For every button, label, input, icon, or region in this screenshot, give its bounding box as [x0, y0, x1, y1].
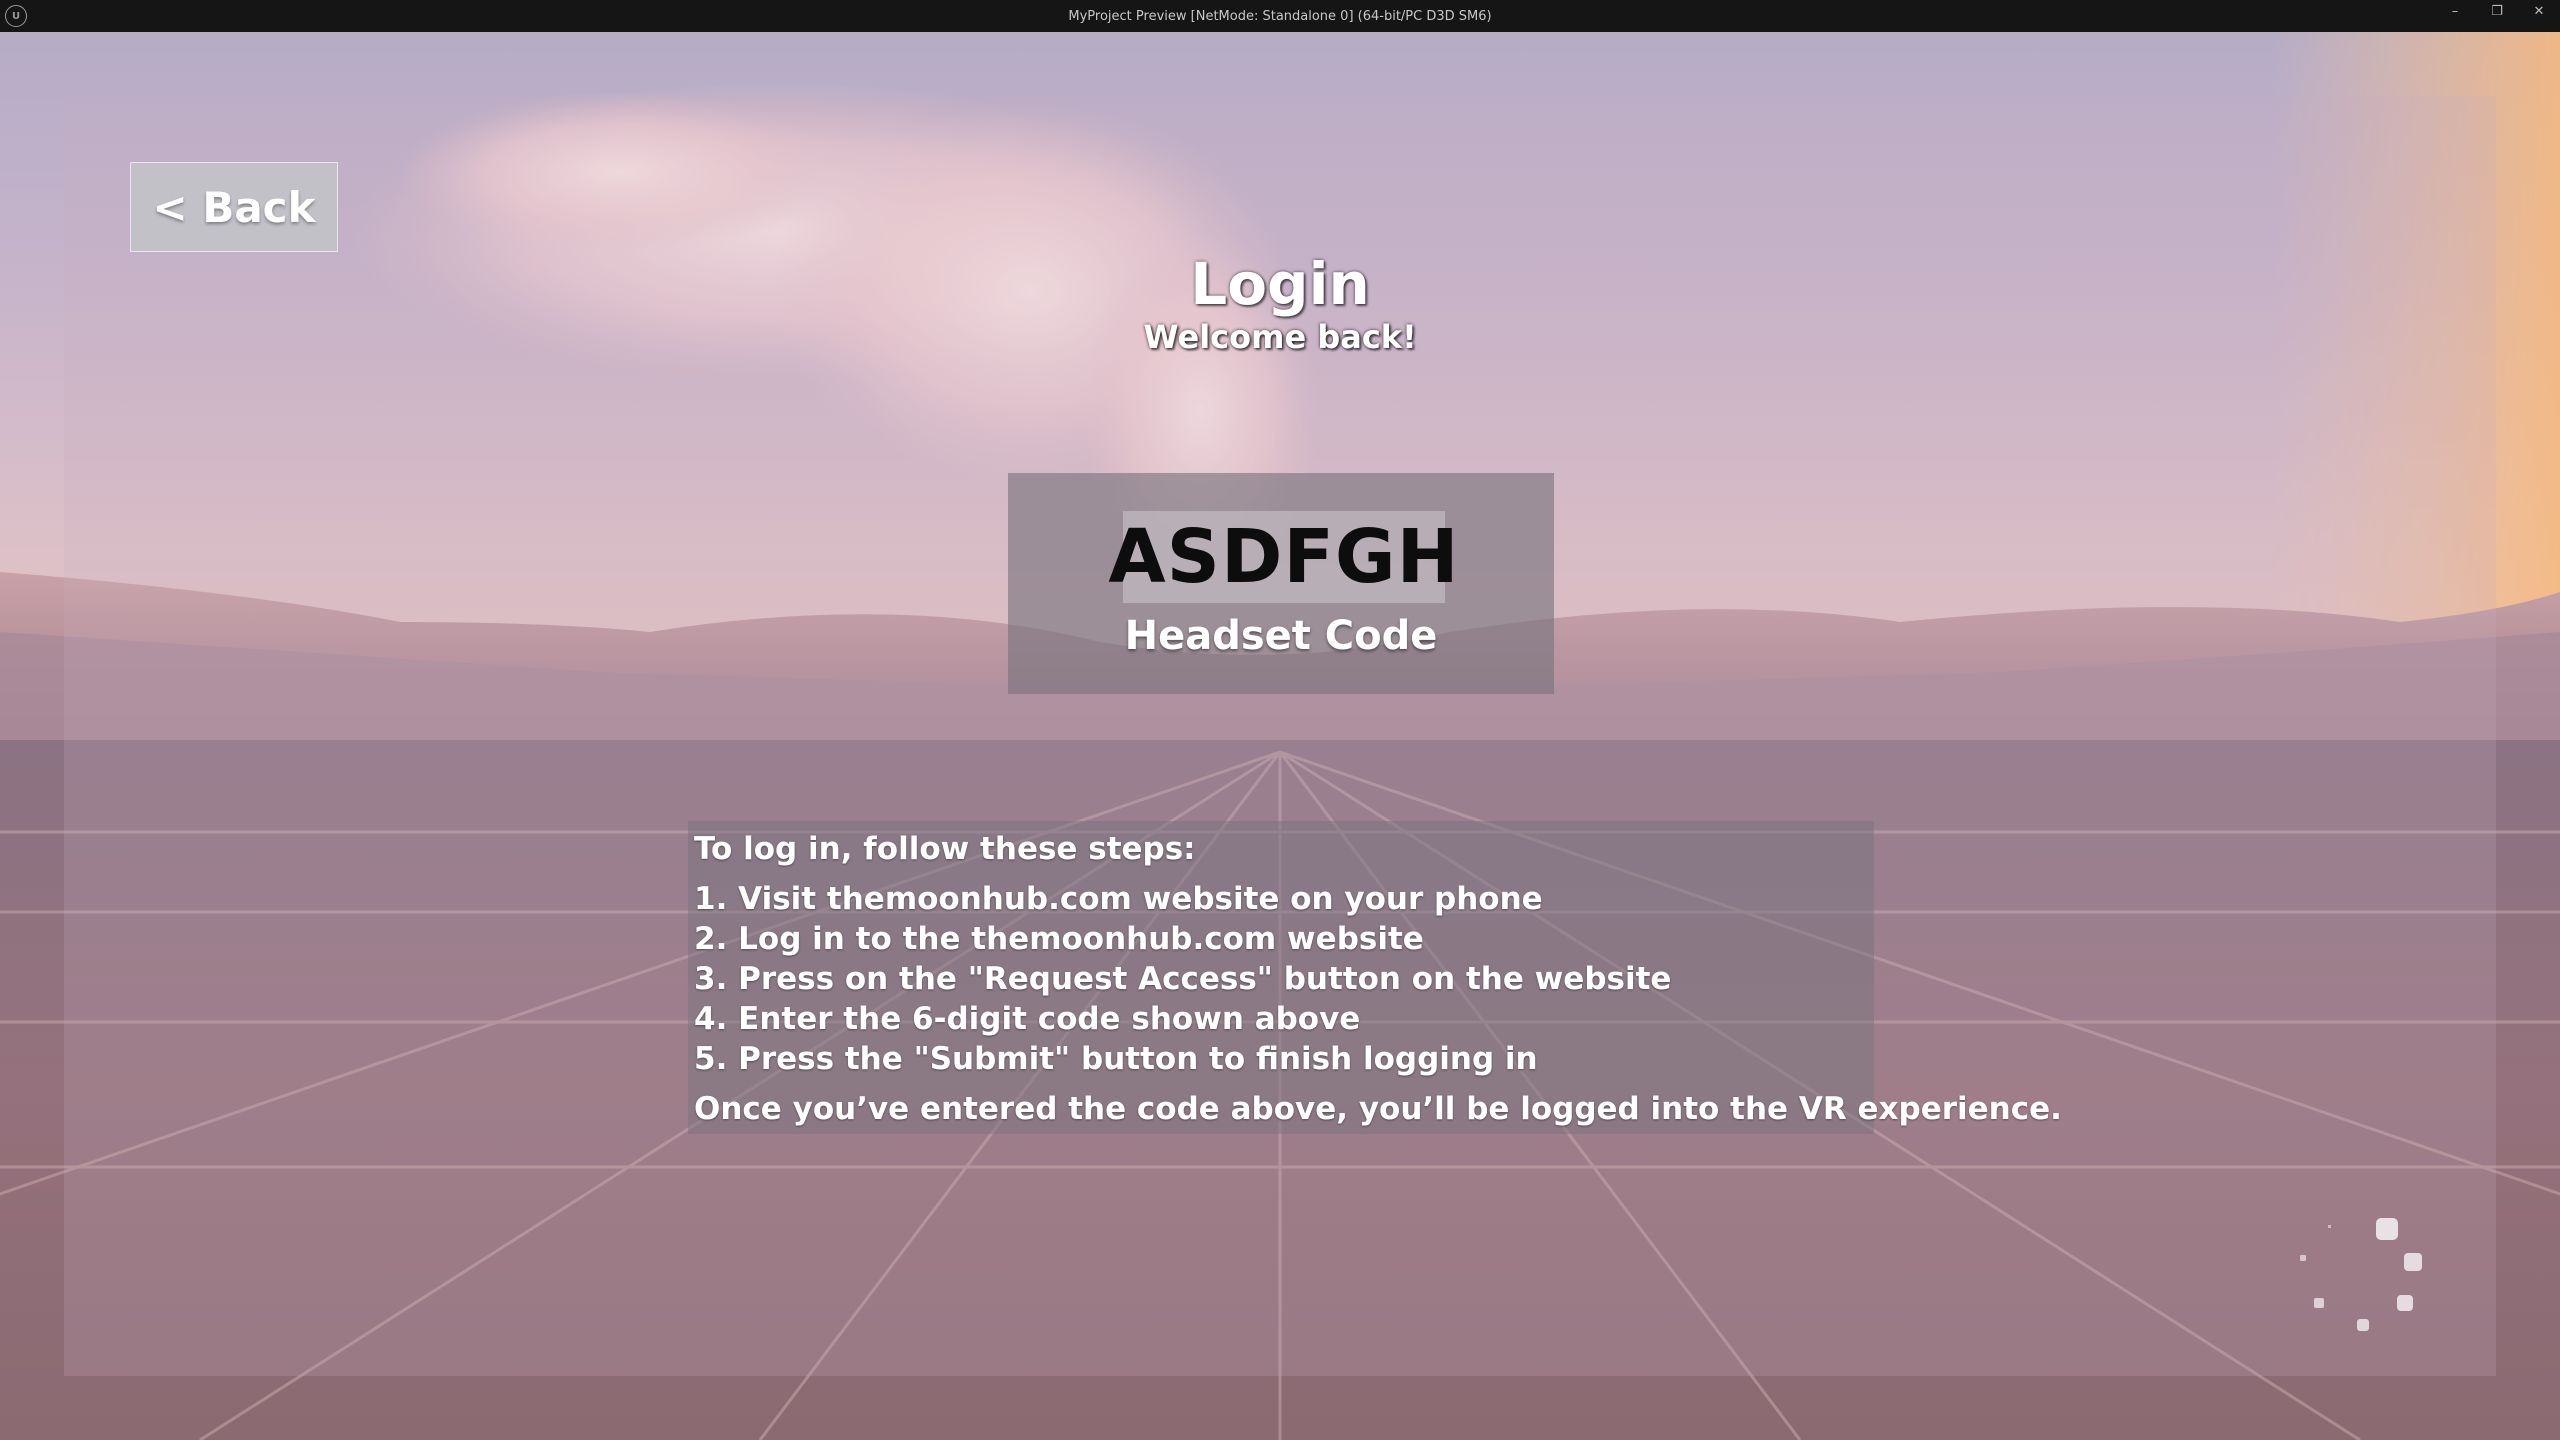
headset-code-panel: ASDFGH Headset Code [1008, 473, 1554, 694]
instruction-step: 1. Visit themoonhub.com website on your … [694, 881, 1543, 917]
game-viewport[interactable]: < Back Login Welcome back! ASDFGH Headse… [0, 32, 2560, 1440]
headset-code-label: Headset Code [1124, 613, 1438, 659]
window-titlebar[interactable]: U MyProject Preview [NetMode: Standalone… [0, 0, 2560, 32]
instructions-intro: To log in, follow these steps: [694, 831, 1196, 867]
loading-spinner-icon [2300, 1218, 2422, 1331]
page-title: Login [1190, 250, 1370, 318]
window-title: MyProject Preview [NetMode: Standalone 0… [1068, 8, 1492, 24]
window-controls: – ❐ ✕ [2434, 0, 2560, 22]
instruction-step: 3. Press on the "Request Access" button … [694, 961, 1672, 997]
instruction-step: 4. Enter the 6-digit code shown above [694, 1001, 1361, 1037]
unreal-logo-icon: U [5, 5, 27, 27]
headset-code-value: ASDFGH [1108, 511, 1459, 603]
close-button[interactable]: ✕ [2518, 0, 2560, 22]
instructions-steps: 1. Visit themoonhub.com website on your … [694, 879, 1868, 1079]
minimize-button[interactable]: – [2434, 0, 2476, 22]
instruction-step: 5. Press the "Submit" button to finish l… [694, 1041, 1538, 1077]
instruction-step: 2. Log in to the themoonhub.com website [694, 921, 1424, 957]
restore-button[interactable]: ❐ [2476, 0, 2518, 22]
back-button[interactable]: < Back [130, 162, 338, 252]
page-subtitle: Welcome back! [1143, 318, 1417, 356]
login-instructions: To log in, follow these steps: 1. Visit … [688, 821, 2062, 1134]
instructions-outro: Once you’ve entered the code above, you’… [694, 1091, 2062, 1127]
